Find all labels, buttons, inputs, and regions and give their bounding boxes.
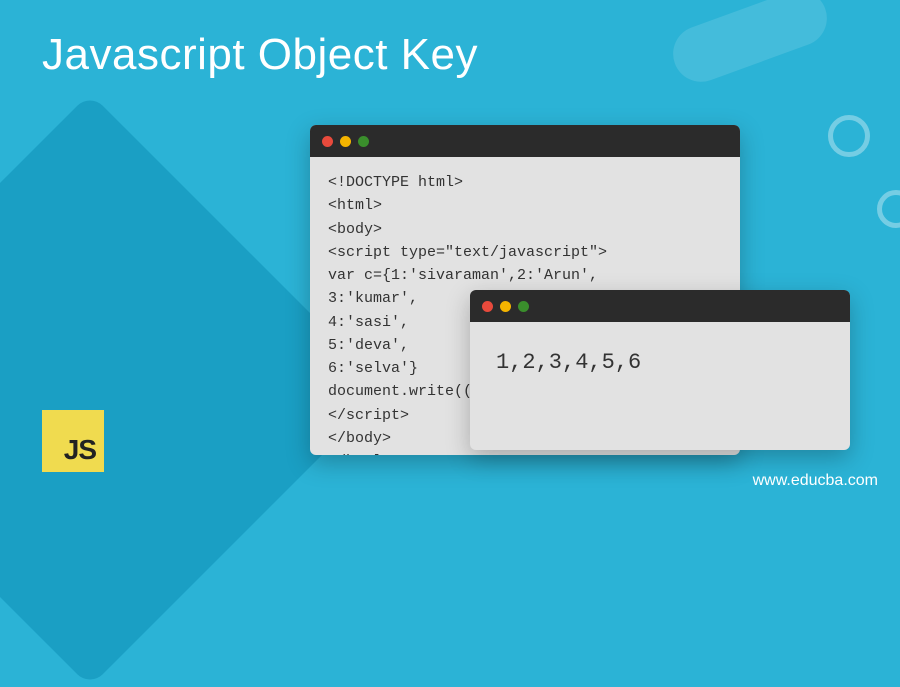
bg-decor-circle <box>828 115 870 157</box>
close-icon <box>482 301 493 312</box>
minimize-icon <box>500 301 511 312</box>
maximize-icon <box>358 136 369 147</box>
bg-decor-circle <box>877 190 900 228</box>
window-titlebar <box>470 290 850 322</box>
maximize-icon <box>518 301 529 312</box>
bg-decor-pill <box>665 0 835 90</box>
site-url: www.educba.com <box>753 472 878 490</box>
page-title: Javascript Object Key <box>42 30 478 80</box>
minimize-icon <box>340 136 351 147</box>
output-window: 1,2,3,4,5,6 <box>470 290 850 450</box>
close-icon <box>322 136 333 147</box>
window-titlebar <box>310 125 740 157</box>
output-content: 1,2,3,4,5,6 <box>470 322 850 403</box>
js-logo-label: JS <box>64 434 96 466</box>
js-logo-icon: JS <box>42 410 104 472</box>
